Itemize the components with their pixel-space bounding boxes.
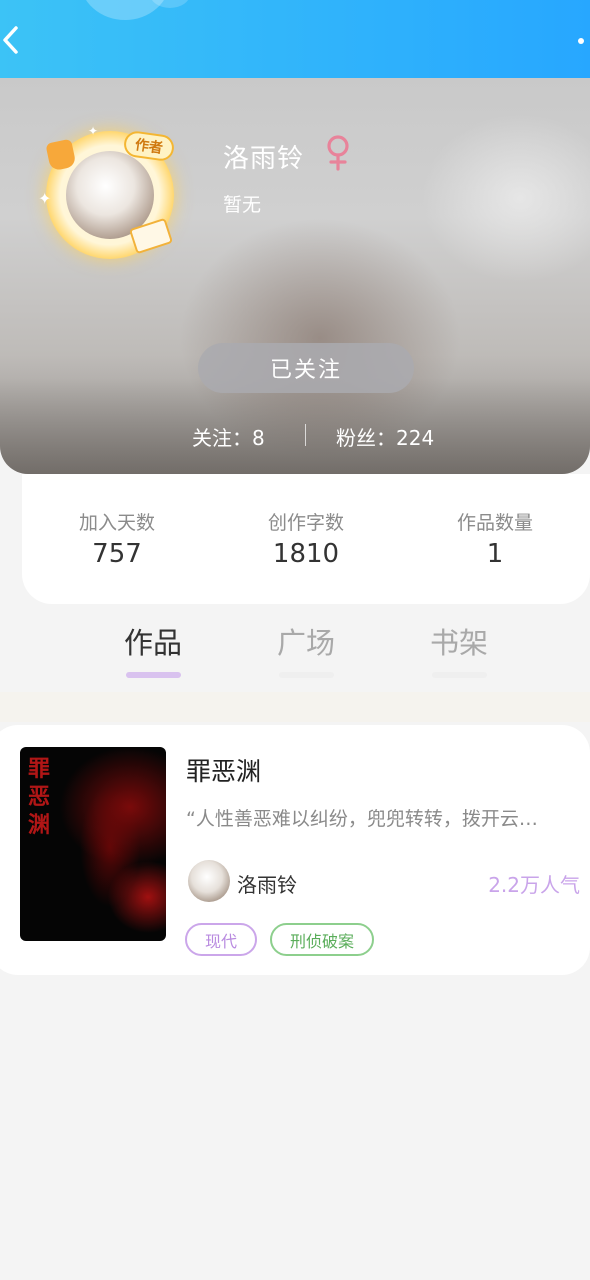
- book-cover[interactable]: 罪恶渊: [20, 747, 166, 941]
- tab-indicator: [279, 672, 334, 678]
- tab-square[interactable]: 广场: [251, 620, 361, 682]
- stat-label: 加入天数: [78, 512, 155, 534]
- chevron-left-icon: [3, 26, 18, 54]
- tab-bookshelf[interactable]: 书架: [404, 620, 514, 682]
- list-band: [0, 692, 590, 722]
- tab-label: 作品: [123, 626, 182, 660]
- tab-label: 广场: [276, 626, 335, 660]
- tab-indicator: [432, 672, 487, 678]
- tab-label: 书架: [429, 626, 488, 660]
- back-button[interactable]: [0, 20, 26, 60]
- stats-card: 加入天数 757 创作字数 1810 作品数量 1: [22, 474, 590, 604]
- avatar[interactable]: 作者 ✦ ✦: [38, 123, 180, 265]
- work-description: “人性善恶难以纠纷，兜兜转转，拨开云…: [186, 808, 538, 830]
- author-bio: 暂无: [223, 194, 262, 216]
- popularity-count: 2.2万人气: [488, 873, 580, 897]
- female-icon: [327, 135, 349, 171]
- stat-divider: [305, 424, 306, 446]
- sparkle-icon: ✦: [88, 124, 99, 138]
- author-avatar[interactable]: [188, 860, 230, 902]
- stat-value: 757: [92, 539, 142, 569]
- stat-value: 1810: [272, 539, 340, 569]
- top-bar: [0, 0, 590, 78]
- genre-tag[interactable]: 刑侦破案: [270, 923, 374, 956]
- tab-works[interactable]: 作品: [98, 620, 208, 682]
- cover-title: 罪恶渊: [28, 756, 51, 838]
- tab-bar: 作品 广场 书架: [0, 620, 590, 690]
- work-author-name[interactable]: 洛雨铃: [237, 869, 297, 898]
- work-title[interactable]: 罪恶渊: [186, 752, 261, 788]
- stat-label: 作品数量: [456, 512, 533, 534]
- follow-button[interactable]: 已关注: [198, 343, 414, 393]
- more-dot-icon[interactable]: [578, 38, 584, 44]
- genre-tag[interactable]: 现代: [185, 923, 257, 956]
- sparkle-icon: ✦: [38, 189, 52, 208]
- author-name: 洛雨铃: [223, 144, 305, 174]
- stat-value: 1: [486, 539, 504, 569]
- following-count[interactable]: 关注：8: [192, 422, 265, 451]
- tab-indicator: [126, 672, 181, 678]
- stat-works-count: 作品数量 1: [415, 508, 575, 569]
- stat-label: 创作字数: [267, 512, 344, 534]
- fans-count[interactable]: 粉丝：224: [336, 422, 434, 451]
- stat-join-days: 加入天数 757: [37, 508, 197, 569]
- stat-word-count: 创作字数 1810: [226, 508, 386, 569]
